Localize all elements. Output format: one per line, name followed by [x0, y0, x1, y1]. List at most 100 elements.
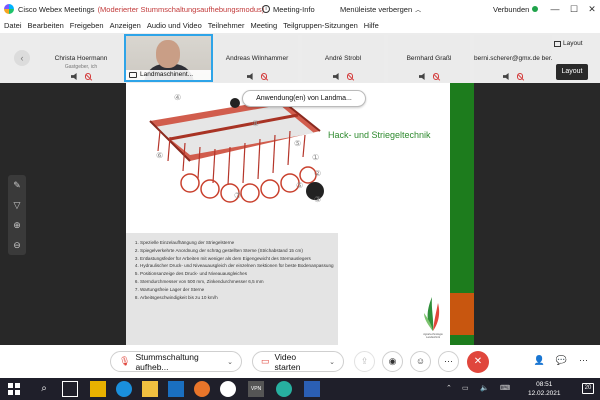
feature-list: Spezielle Einzelaufhängung der Striegels… — [126, 233, 338, 345]
unmute-button[interactable]: 🎙 Stummschaltung aufheb... ⌄ — [110, 351, 242, 372]
callout-number: ④ — [174, 93, 182, 102]
taskbar-clock[interactable]: 08:51 12.02.2021 — [528, 380, 561, 398]
store-icon[interactable] — [90, 381, 106, 397]
notification-center[interactable]: 20 — [582, 383, 594, 394]
muted-mic-icon — [517, 73, 523, 80]
maximize-button[interactable]: ☐ — [567, 2, 581, 16]
muted-mic-icon — [85, 73, 91, 80]
unmute-label: Stummschaltung aufheb... — [135, 351, 199, 372]
callout-number: ⑤ — [296, 181, 304, 190]
menu-bearbeiten[interactable]: Bearbeiten — [28, 21, 64, 30]
side-bar-orange — [450, 293, 474, 335]
shared-slide: ④ ⑥ ⑦ ⑧ ⑤ ① ② ③ ⑤ Anwendung(en) von Land… — [126, 83, 450, 345]
zoom-toolbar: ✎ ▽ ⊕ ⊖ — [8, 175, 26, 255]
callout-number: ② — [314, 169, 322, 178]
start-icon[interactable] — [6, 381, 22, 397]
webex-logo-icon — [4, 4, 14, 14]
volume-icon[interactable]: 🔈 — [480, 384, 489, 392]
share-source-tag[interactable]: Anwendung(en) von Landma... — [242, 90, 366, 107]
menu-hilfe[interactable]: Hilfe — [364, 21, 379, 30]
menu-freigeben[interactable]: Freigeben — [70, 21, 104, 30]
clock-date: 12.02.2021 — [528, 390, 561, 397]
participant-name: André Strobl — [324, 55, 362, 62]
clock-time: 08:51 — [536, 381, 553, 388]
word-icon[interactable] — [304, 381, 320, 397]
windows-taskbar: ⌕ VPN ⌃ ▭ 🔈 ⌨ 08:51 12.02.2021 20 — [0, 378, 600, 400]
slide-title: Hack- und Striegeltechnik — [328, 130, 431, 140]
layout-grid-icon — [554, 40, 561, 47]
menu-bar: Datei Bearbeiten Freigeben Anzeigen Audi… — [0, 18, 600, 33]
participants-icon[interactable]: 👤 — [529, 351, 550, 372]
active-speaker-video[interactable]: Landmaschinent... — [124, 34, 213, 82]
reactions-icon[interactable]: ☺ — [410, 351, 431, 372]
muted-mic-icon — [261, 73, 267, 80]
zoom-in-icon[interactable]: ⊕ — [8, 215, 26, 235]
connection-status[interactable]: Verbunden — [493, 4, 539, 14]
participant-tile[interactable]: Andreas Wilnhammer — [216, 35, 298, 82]
muted-mic-icon: 🎙 — [119, 356, 131, 366]
company-logo — [424, 297, 440, 331]
list-item: Wartungsfreie Lager der Sterne — [140, 286, 334, 294]
network-icon[interactable]: ▭ — [462, 384, 469, 392]
menu-anzeigen[interactable]: Anzeigen — [110, 21, 141, 30]
list-item: Spiegelverkehrte Anordnung der schräg ge… — [140, 247, 334, 255]
minimize-button[interactable]: — — [548, 2, 562, 16]
language-icon[interactable]: ⌨ — [500, 384, 510, 392]
callout-number: ⑧ — [252, 119, 260, 128]
menu-teilnehmer[interactable]: Teilnehmer — [208, 21, 245, 30]
chrome-icon[interactable] — [220, 381, 236, 397]
annotate-icon[interactable]: ✎ — [8, 175, 26, 195]
menu-audio-video[interactable]: Audio und Video — [147, 21, 202, 30]
vpn-icon[interactable]: VPN — [248, 381, 264, 397]
chevron-left-icon[interactable]: ‹ — [14, 50, 30, 66]
participant-tile[interactable]: André Strobl — [302, 35, 384, 82]
participant-name: Bernhard Graßl — [406, 55, 452, 62]
participant-tile[interactable]: Bernhard Graßl — [388, 35, 470, 82]
info-icon: i — [262, 5, 270, 13]
zoom-out-icon[interactable]: ⊖ — [8, 235, 26, 255]
hide-menu-button[interactable]: Menüleiste verbergen ︿ — [340, 5, 421, 14]
callout-number: ⑦ — [234, 191, 242, 200]
record-icon[interactable]: ◉ — [382, 351, 403, 372]
meeting-controls: 🎙 Stummschaltung aufheb... ⌄ ▭ Video sta… — [0, 345, 600, 378]
participant-role: Gastgeber, ich — [64, 64, 98, 70]
speaker-icon — [333, 73, 339, 80]
meeting-info-button[interactable]: i Meeting-Info — [262, 5, 315, 14]
hide-menu-label: Menüleiste verbergen — [340, 4, 413, 14]
list-item: Arbeitsgeschwindigkeit bis zu 10 km/h — [140, 294, 334, 302]
participant-tile[interactable]: berni.scherer@gmx.de ber... — [474, 35, 552, 82]
title-bar: Cisco Webex Meetings (Moderierter Stumms… — [0, 0, 600, 18]
share-content-icon[interactable]: ⇪ — [354, 351, 375, 372]
menu-teilgruppen[interactable]: Teilgruppen-Sitzungen — [283, 21, 358, 30]
layout-button[interactable]: Layout — [554, 40, 583, 47]
more-options-icon[interactable]: ⋯ — [438, 351, 459, 372]
outlook-icon[interactable] — [168, 381, 184, 397]
logo-caption: Agrartechnologie Landtechnik — [423, 333, 443, 339]
filter-icon[interactable]: ▽ — [8, 195, 26, 215]
participant-tile[interactable]: Christa Hoermann Gastgeber, ich — [40, 35, 122, 82]
chat-icon[interactable]: 💬 — [551, 351, 572, 372]
callout-number: ① — [312, 153, 320, 162]
search-icon[interactable]: ⌕ — [36, 381, 52, 397]
edge-icon[interactable] — [116, 381, 132, 397]
webex-taskbar-icon[interactable] — [276, 381, 292, 397]
meeting-info-label: Meeting-Info — [273, 4, 315, 14]
task-view-icon[interactable] — [62, 381, 78, 397]
menu-datei[interactable]: Datei — [4, 21, 22, 30]
file-explorer-icon[interactable] — [142, 381, 158, 397]
leave-meeting-button[interactable]: ✕ — [467, 351, 489, 373]
list-item: Spezielle Einzelaufhängung der Striegels… — [140, 239, 334, 247]
start-video-button[interactable]: ▭ Video starten ⌄ — [252, 351, 344, 372]
muted-mic-icon — [433, 73, 439, 80]
tray-chevron-icon[interactable]: ⌃ — [446, 384, 452, 392]
meeting-mode: (Moderierter Stummschaltungsaufhebungsmo… — [97, 4, 265, 14]
more-panels-icon[interactable]: ⋯ — [573, 351, 594, 372]
participant-strip: ‹ Christa Hoermann Gastgeber, ich Andrea… — [0, 33, 600, 83]
list-item: Positionsanzeige des Druck- und Niveauau… — [140, 270, 334, 278]
connection-label: Verbunden — [493, 4, 530, 14]
participant-name: Christa Hoermann — [54, 55, 108, 62]
firefox-icon[interactable] — [194, 381, 210, 397]
close-window-button[interactable]: ✕ — [585, 2, 599, 16]
menu-meeting[interactable]: Meeting — [250, 21, 277, 30]
callout-number: ⑥ — [156, 151, 164, 160]
